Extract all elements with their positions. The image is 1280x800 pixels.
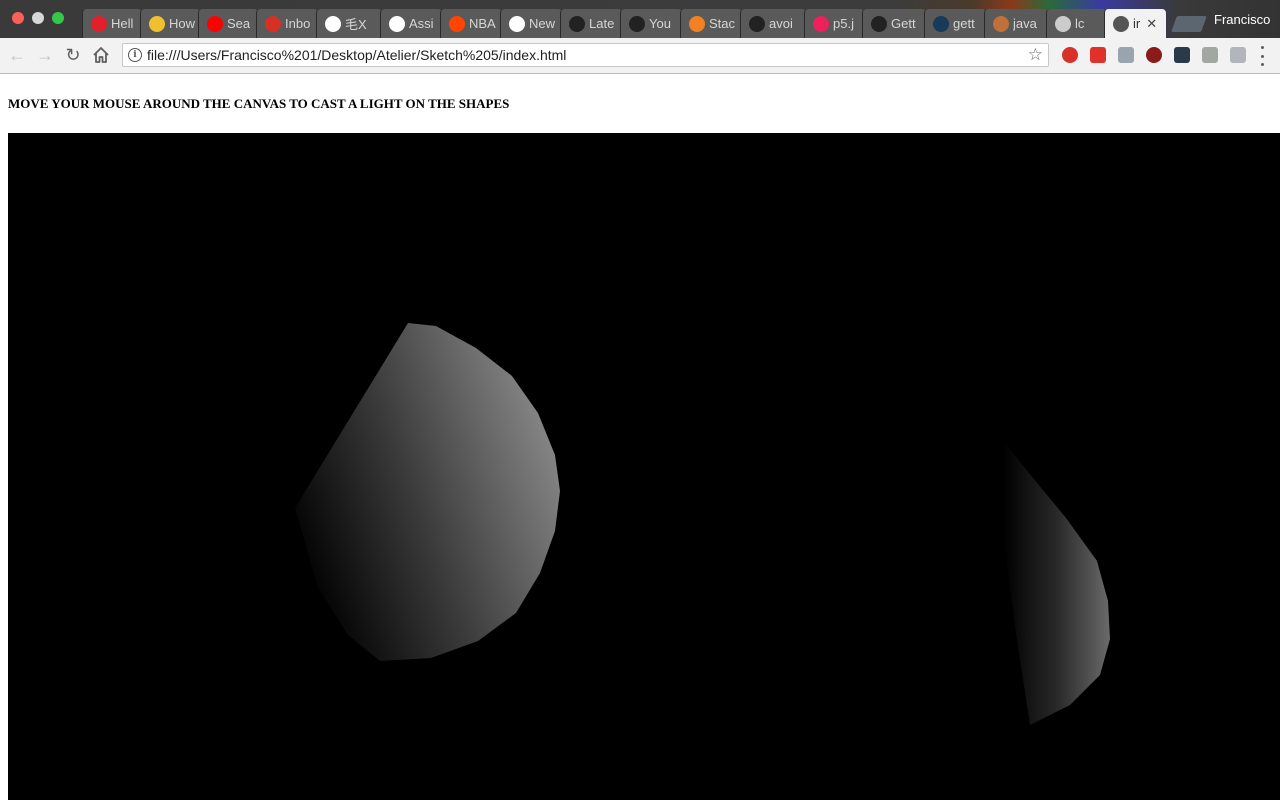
bookmark-star-icon[interactable]: ☆ xyxy=(1028,45,1043,65)
home-button[interactable] xyxy=(90,44,112,66)
instruction-heading: MOVE YOUR MOUSE AROUND THE CANVAS TO CAS… xyxy=(8,96,510,111)
page-content: MOVE YOUR MOUSE AROUND THE CANVAS TO CAS… xyxy=(0,74,1280,800)
profile-name[interactable]: Francisco xyxy=(1214,12,1270,27)
tab-13[interactable]: p5.j xyxy=(804,9,864,38)
pen-icon xyxy=(993,15,1009,32)
reddit-icon xyxy=(449,15,465,32)
tab-16[interactable]: java xyxy=(984,9,1048,38)
moon-extension-icon[interactable] xyxy=(1174,47,1190,63)
tab-7[interactable]: NBA xyxy=(440,9,502,38)
youtube-icon xyxy=(207,15,223,32)
lit-sphere-left xyxy=(295,323,560,661)
lit-sphere-right xyxy=(993,429,1110,725)
reload-button[interactable]: ↻ xyxy=(62,44,84,66)
reload-icon: ↻ xyxy=(65,44,81,65)
info-icon[interactable]: i xyxy=(128,48,142,62)
menu-dot-icon xyxy=(1260,46,1264,49)
tab-label: NBA xyxy=(469,16,496,31)
maximize-window-button[interactable] xyxy=(52,12,64,24)
video-speed-icon[interactable] xyxy=(1090,47,1106,63)
home-icon xyxy=(93,47,109,63)
tab-18[interactable]: ir ✕ xyxy=(1104,9,1166,38)
tab-label: lc xyxy=(1075,16,1085,31)
gmail-icon xyxy=(265,15,281,32)
tab-label: Sea xyxy=(227,16,251,31)
tab-6[interactable]: Assi xyxy=(380,9,442,38)
tab-9[interactable]: Late xyxy=(560,9,622,38)
tab-15[interactable]: gett xyxy=(924,9,986,38)
tab-2[interactable]: How xyxy=(140,9,200,38)
browser-toolbar: ← → ↻ i file:///Users/Francisco%201/Desk… xyxy=(0,38,1280,74)
menu-dot-icon xyxy=(1260,63,1264,66)
globe-icon xyxy=(149,15,165,32)
browser-menu-button[interactable] xyxy=(1256,46,1268,66)
p-icon xyxy=(933,15,949,32)
close-tab-icon[interactable]: ✕ xyxy=(1146,16,1157,32)
tab-10[interactable]: You xyxy=(620,9,682,38)
tab-5[interactable]: 毛X xyxy=(316,9,382,38)
tab-3[interactable]: Sea xyxy=(198,9,258,38)
page-icon xyxy=(1055,15,1071,32)
tab-label: java xyxy=(1013,16,1037,31)
ublock-icon[interactable] xyxy=(1146,47,1162,63)
canvas-scene xyxy=(295,323,1110,725)
page-icon xyxy=(1113,15,1129,32)
tab-label: Assi xyxy=(409,16,434,31)
tab-label: Gett xyxy=(891,16,916,31)
arrow-left-icon: ← xyxy=(8,44,26,65)
tab-14[interactable]: Gett xyxy=(862,9,926,38)
text-extension-icon[interactable] xyxy=(1118,47,1134,63)
close-window-button[interactable] xyxy=(12,12,24,24)
tab-label: How xyxy=(169,16,196,31)
forward-button[interactable]: → xyxy=(34,44,56,66)
mail-extension-icon[interactable] xyxy=(1230,47,1246,63)
tab-1[interactable]: Hell xyxy=(82,9,142,38)
address-bar[interactable]: i file:///Users/Francisco%201/Desktop/At… xyxy=(122,43,1049,67)
google-icon xyxy=(325,15,341,32)
atelier-icon xyxy=(389,15,405,32)
stackoverflow-icon xyxy=(689,15,705,32)
tab-label: p5.j xyxy=(833,16,854,31)
github-icon xyxy=(749,15,765,32)
h-extension-icon[interactable] xyxy=(1202,47,1218,63)
circle-icon xyxy=(509,15,525,32)
tab-label: avoi xyxy=(769,16,793,31)
github-icon xyxy=(629,15,645,32)
tab-label: Inbo xyxy=(285,16,311,31)
tab-label: New xyxy=(529,16,556,31)
quora-icon xyxy=(569,15,585,32)
address-url[interactable]: file:///Users/Francisco%201/Desktop/Atel… xyxy=(147,47,566,63)
tab-12[interactable]: avoi xyxy=(740,9,806,38)
back-button[interactable]: ← xyxy=(6,44,28,66)
tab-label: gett xyxy=(953,16,975,31)
tab-label: 毛X xyxy=(345,17,367,32)
sketch-canvas[interactable] xyxy=(8,133,1280,800)
tab-label: ir xyxy=(1133,16,1141,31)
tab-label: Late xyxy=(589,16,615,31)
tab-strip: Hell How Sea Inbo 毛X Assi NBA New Late You Stac avo… xyxy=(0,0,1280,38)
adblock-icon[interactable] xyxy=(1062,47,1078,63)
tab-label: You xyxy=(649,16,671,31)
arrow-right-icon: → xyxy=(36,44,54,65)
tab-8[interactable]: New xyxy=(500,9,562,38)
opera-icon xyxy=(91,15,107,32)
minimize-window-button[interactable] xyxy=(32,12,44,24)
tab-label: Stac xyxy=(709,16,736,31)
tab-17[interactable]: lc xyxy=(1046,9,1106,38)
p5-icon xyxy=(813,15,829,32)
github-icon xyxy=(871,15,887,32)
tab-4[interactable]: Inbo xyxy=(256,9,318,38)
menu-dot-icon xyxy=(1260,54,1264,58)
tab-label: Hell xyxy=(111,16,134,31)
new-tab-button[interactable] xyxy=(1171,16,1207,32)
tab-11[interactable]: Stac xyxy=(680,9,742,38)
